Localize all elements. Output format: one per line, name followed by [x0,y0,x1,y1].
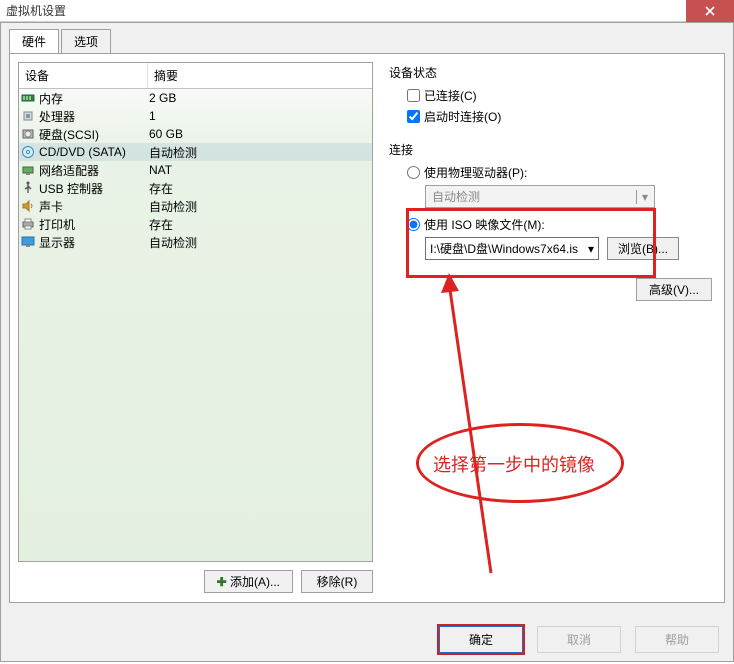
device-summary: 60 GB [149,127,370,141]
table-row[interactable]: 显示器 自动检测 [19,233,372,251]
device-summary: 1 [149,109,370,123]
dialog-footer: 确定 取消 帮助 [439,626,719,653]
table-row[interactable]: USB 控制器 存在 [19,179,372,197]
device-name: USB 控制器 [39,180,103,197]
device-table: 设备 摘要 内存 2 GB 处理器 1 硬盘(SCSI) 60 GB CD/DVD (SAT… [18,62,373,562]
device-summary: 存在 [149,216,370,233]
left-column: 设备 摘要 内存 2 GB 处理器 1 硬盘(SCSI) 60 GB CD/DVD (SAT… [18,62,373,594]
device-name: 内存 [39,90,63,107]
close-button[interactable] [686,0,734,22]
chevron-down-icon: ▾ [636,190,648,204]
cancel-button[interactable]: 取消 [537,626,621,653]
device-name: 处理器 [39,108,75,125]
table-row[interactable]: 网络适配器 NAT [19,161,372,179]
add-icon: ✚ [217,575,227,589]
advanced-button[interactable]: 高级(V)... [636,278,712,301]
connect-at-poweron-checkbox[interactable] [407,110,420,123]
connect-at-poweron-label: 启动时连接(O) [424,108,501,125]
device-summary: 存在 [149,180,370,197]
table-row[interactable]: 硬盘(SCSI) 60 GB [19,125,372,143]
printer-icon [21,217,35,231]
right-column: 设备状态 已连接(C) 启动时连接(O) 连接 使用物理驱动器(P): 自动检测 [383,62,716,594]
titlebar: 虚拟机设置 [0,0,734,22]
use-iso-label: 使用 ISO 映像文件(M): [424,216,545,233]
add-button[interactable]: ✚ 添加(A)... [204,570,293,593]
header-device: 设备 [19,63,147,88]
browse-button[interactable]: 浏览(B)... [607,237,679,260]
memory-icon [21,91,35,105]
table-row[interactable]: CD/DVD (SATA) 自动检测 [19,143,372,161]
connection-label: 连接 [389,141,716,158]
device-status-label: 设备状态 [389,64,716,81]
table-row[interactable]: 处理器 1 [19,107,372,125]
ok-button[interactable]: 确定 [439,626,523,653]
table-row[interactable]: 内存 2 GB [19,89,372,107]
chevron-down-icon: ▾ [588,242,594,256]
usb-icon [21,181,35,195]
device-name: 声卡 [39,198,63,215]
window-title: 虚拟机设置 [6,2,66,19]
table-row[interactable]: 声卡 自动检测 [19,197,372,215]
connected-checkbox[interactable] [407,89,420,102]
device-name: 网络适配器 [39,162,99,179]
cd-icon [21,145,35,159]
tab-options[interactable]: 选项 [61,29,111,53]
disk-icon [21,127,35,141]
use-physical-label: 使用物理驱动器(P): [424,164,527,181]
cpu-icon [21,109,35,123]
dialog-body: 硬件 选项 设备 摘要 内存 2 GB 处理器 1 硬盘(SCSI) 60 GB CD/DV… [0,22,734,662]
help-button[interactable]: 帮助 [635,626,719,653]
tab-hardware[interactable]: 硬件 [9,29,59,53]
sound-icon [21,199,35,213]
tab-panel: 设备 摘要 内存 2 GB 处理器 1 硬盘(SCSI) 60 GB CD/DVD (SAT… [9,53,725,603]
connected-label: 已连接(C) [424,87,477,104]
net-icon [21,163,35,177]
remove-button[interactable]: 移除(R) [301,570,373,593]
physical-drive-combo[interactable]: 自动检测 ▾ [425,185,655,208]
device-name: 显示器 [39,234,75,251]
iso-path-combo[interactable]: I:\硬盘\D盘\Windows7x64.is ▾ [425,237,599,260]
device-name: 硬盘(SCSI) [39,126,99,143]
device-summary: 自动检测 [149,234,370,251]
header-summary: 摘要 [147,63,372,88]
table-header: 设备 摘要 [19,63,372,89]
display-icon [21,235,35,249]
device-summary: 2 GB [149,91,370,105]
device-summary: 自动检测 [149,198,370,215]
close-icon [705,6,715,16]
tab-bar: 硬件 选项 [1,23,733,53]
device-name: CD/DVD (SATA) [39,145,126,159]
device-summary: NAT [149,163,370,177]
device-summary: 自动检测 [149,144,370,161]
use-physical-radio[interactable] [407,166,420,179]
use-iso-radio[interactable] [407,218,420,231]
device-name: 打印机 [39,216,75,233]
table-row[interactable]: 打印机 存在 [19,215,372,233]
